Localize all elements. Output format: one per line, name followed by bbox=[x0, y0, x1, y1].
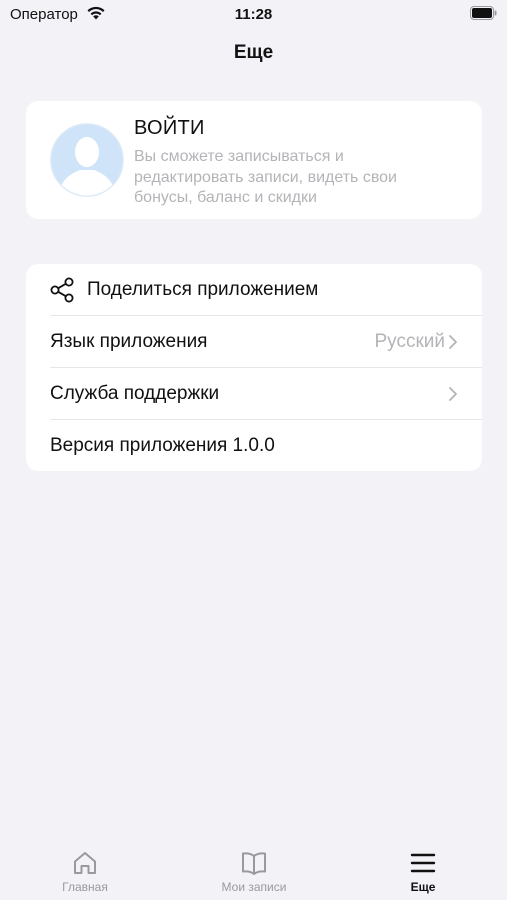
battery-icon bbox=[470, 6, 497, 20]
more-screen: Оператор 11:28 Еще ВОЙТИ Вы сможете запи… bbox=[0, 0, 507, 900]
chevron-right-icon bbox=[449, 335, 457, 349]
tab-more-label: Еще bbox=[410, 880, 436, 894]
language-row[interactable]: Язык приложения Русский bbox=[26, 316, 482, 368]
version-label: Версия приложения 1.0.0 bbox=[50, 435, 275, 456]
tab-bar: Главная Мои записи Еще bbox=[0, 838, 507, 900]
language-label: Язык приложения bbox=[50, 331, 208, 352]
book-icon bbox=[242, 852, 266, 875]
support-row[interactable]: Служба поддержки bbox=[26, 368, 482, 420]
tab-home[interactable]: Главная bbox=[25, 850, 145, 894]
share-app-label: Поделиться приложением bbox=[87, 279, 319, 300]
version-row: Версия приложения 1.0.0 bbox=[26, 420, 482, 472]
login-card[interactable]: ВОЙТИ Вы сможете записываться и редактир… bbox=[26, 101, 482, 219]
tab-bookings-label: Мои записи bbox=[221, 880, 287, 894]
login-description: Вы сможете записываться и редактировать … bbox=[134, 148, 397, 206]
share-app-row[interactable]: Поделиться приложением bbox=[26, 264, 482, 316]
tab-more[interactable]: Еще bbox=[363, 850, 483, 894]
tab-home-label: Главная bbox=[62, 880, 108, 894]
login-title: ВОЙТИ bbox=[134, 117, 205, 139]
tab-bookings[interactable]: Мои записи bbox=[194, 850, 314, 894]
home-icon bbox=[74, 852, 96, 874]
avatar-placeholder-icon bbox=[50, 123, 124, 197]
menu-icon bbox=[410, 853, 436, 873]
share-icon bbox=[50, 277, 74, 303]
support-label: Служба поддержки bbox=[50, 383, 220, 404]
chevron-right-icon bbox=[449, 387, 457, 401]
status-bar: Оператор 11:28 bbox=[0, 0, 507, 30]
settings-menu: Поделиться приложением Язык приложения Р… bbox=[26, 264, 482, 471]
status-time: 11:28 bbox=[234, 6, 273, 23]
page-title: Еще bbox=[233, 42, 274, 63]
language-value: Русский bbox=[374, 331, 446, 352]
